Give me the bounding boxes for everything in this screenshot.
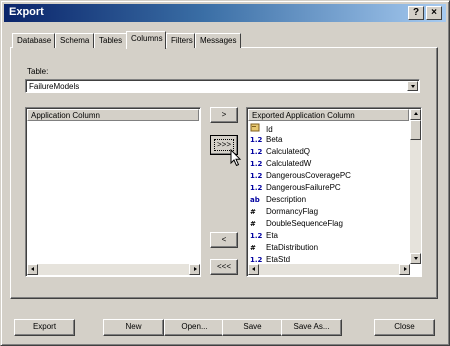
number-icon: 1.2 — [250, 184, 263, 192]
exported-column-header[interactable]: Exported Application Column — [248, 109, 409, 121]
table-select-dropdown-button[interactable] — [407, 81, 418, 91]
add-column-button[interactable]: > — [210, 107, 238, 123]
tab-schema[interactable]: Schema — [55, 33, 94, 48]
title-bar[interactable]: Export ? × — [4, 4, 446, 22]
list-item-label: Id — [266, 125, 273, 134]
arrow-up-icon — [414, 112, 418, 115]
hash-icon: # — [250, 220, 256, 228]
list-item-label: Beta — [266, 135, 283, 144]
right-scroll-left-button[interactable] — [248, 264, 259, 275]
number-icon: 1.2 — [250, 172, 263, 180]
list-item[interactable]: # EtaDistribution — [250, 243, 318, 255]
list-item-label: Eta — [266, 231, 279, 240]
left-horizontal-scroll-track[interactable] — [38, 264, 189, 275]
table-label: Table: — [27, 67, 49, 76]
left-scroll-right-button[interactable] — [189, 264, 200, 275]
list-item-label: EtaDistribution — [266, 243, 319, 252]
remove-column-button[interactable]: < — [210, 232, 238, 248]
open-button[interactable]: Open... — [164, 319, 225, 336]
exported-column-list[interactable]: Exported Application Column Id 1.2 Beta 1.2… — [246, 107, 422, 277]
right-vertical-scroll-track[interactable] — [410, 120, 421, 264]
chevron-down-icon — [411, 85, 415, 88]
right-horizontal-scroll-track[interactable] — [259, 264, 399, 275]
arrow-right-icon — [194, 267, 197, 271]
list-item[interactable]: # DormancyFlag — [250, 207, 318, 219]
arrow-left-icon — [252, 267, 255, 271]
left-scroll-left-button[interactable] — [27, 264, 38, 275]
list-item[interactable]: # DoubleSequenceFlag — [250, 219, 343, 231]
table-select[interactable]: FailureModels — [25, 79, 420, 93]
list-item-label: CalculatedW — [266, 159, 312, 168]
tab-columns[interactable]: Columns — [126, 31, 166, 49]
window-title: Export — [9, 6, 44, 18]
right-scroll-up-button[interactable] — [410, 109, 421, 120]
list-item-label: EtaStd — [266, 255, 291, 264]
tab-messages[interactable]: Messages — [195, 33, 241, 48]
right-scroll-down-button[interactable] — [410, 253, 421, 264]
export-dialog: Export ? × Database Schema Tables Column… — [0, 0, 450, 346]
tab-tables[interactable]: Tables — [94, 33, 127, 48]
number-icon: 1.2 — [250, 136, 263, 144]
hash-icon: # — [250, 244, 256, 252]
list-item[interactable]: Id — [250, 123, 273, 135]
number-icon: 1.2 — [250, 232, 263, 240]
list-item-label: DangerousFailurePC — [266, 183, 341, 192]
right-vertical-scroll-thumb[interactable] — [410, 120, 421, 140]
list-item-label: DangerousCoveragePC — [266, 171, 351, 180]
new-button[interactable]: New — [103, 319, 164, 336]
list-item[interactable]: 1.2 Beta — [250, 135, 282, 147]
list-item[interactable]: ab Description — [250, 195, 306, 207]
application-column-header[interactable]: Application Column — [27, 109, 199, 121]
export-button[interactable]: Export — [14, 319, 75, 336]
tab-filters[interactable]: Filters — [166, 33, 195, 48]
arrow-down-icon — [414, 257, 418, 260]
save-button[interactable]: Save — [222, 319, 283, 336]
right-scroll-right-button[interactable] — [399, 264, 410, 275]
list-item[interactable]: 1.2 DangerousCoveragePC — [250, 171, 351, 183]
remove-all-columns-button[interactable]: <<< — [210, 259, 238, 275]
number-icon: 1.2 — [250, 160, 263, 168]
save-as-button[interactable]: Save As... — [281, 319, 342, 336]
help-button[interactable]: ? — [408, 6, 424, 20]
key-icon — [250, 123, 266, 134]
mouse-cursor-icon — [230, 149, 242, 167]
list-item[interactable]: 1.2 CalculatedW — [250, 159, 311, 171]
list-item-label: CalculatedQ — [266, 147, 311, 156]
table-select-value: FailureModels — [29, 82, 80, 91]
close-window-button[interactable]: × — [426, 6, 442, 20]
hash-icon: # — [250, 208, 256, 216]
close-button[interactable]: Close — [374, 319, 435, 336]
list-item[interactable]: 1.2 DangerousFailurePC — [250, 183, 341, 195]
list-item-label: Description — [266, 195, 307, 204]
list-item-label: DoubleSequenceFlag — [266, 219, 343, 228]
application-column-list[interactable]: Application Column — [25, 107, 201, 277]
arrow-right-icon — [404, 267, 407, 271]
arrow-left-icon — [31, 267, 34, 271]
number-icon: 1.2 — [250, 148, 263, 156]
list-item[interactable]: 1.2 CalculatedQ — [250, 147, 310, 159]
tab-database[interactable]: Database — [12, 33, 55, 48]
text-icon: ab — [250, 196, 260, 204]
list-item[interactable]: 1.2 Eta — [250, 231, 278, 243]
number-icon: 1.2 — [250, 256, 263, 264]
list-item-label: DormancyFlag — [266, 207, 319, 216]
